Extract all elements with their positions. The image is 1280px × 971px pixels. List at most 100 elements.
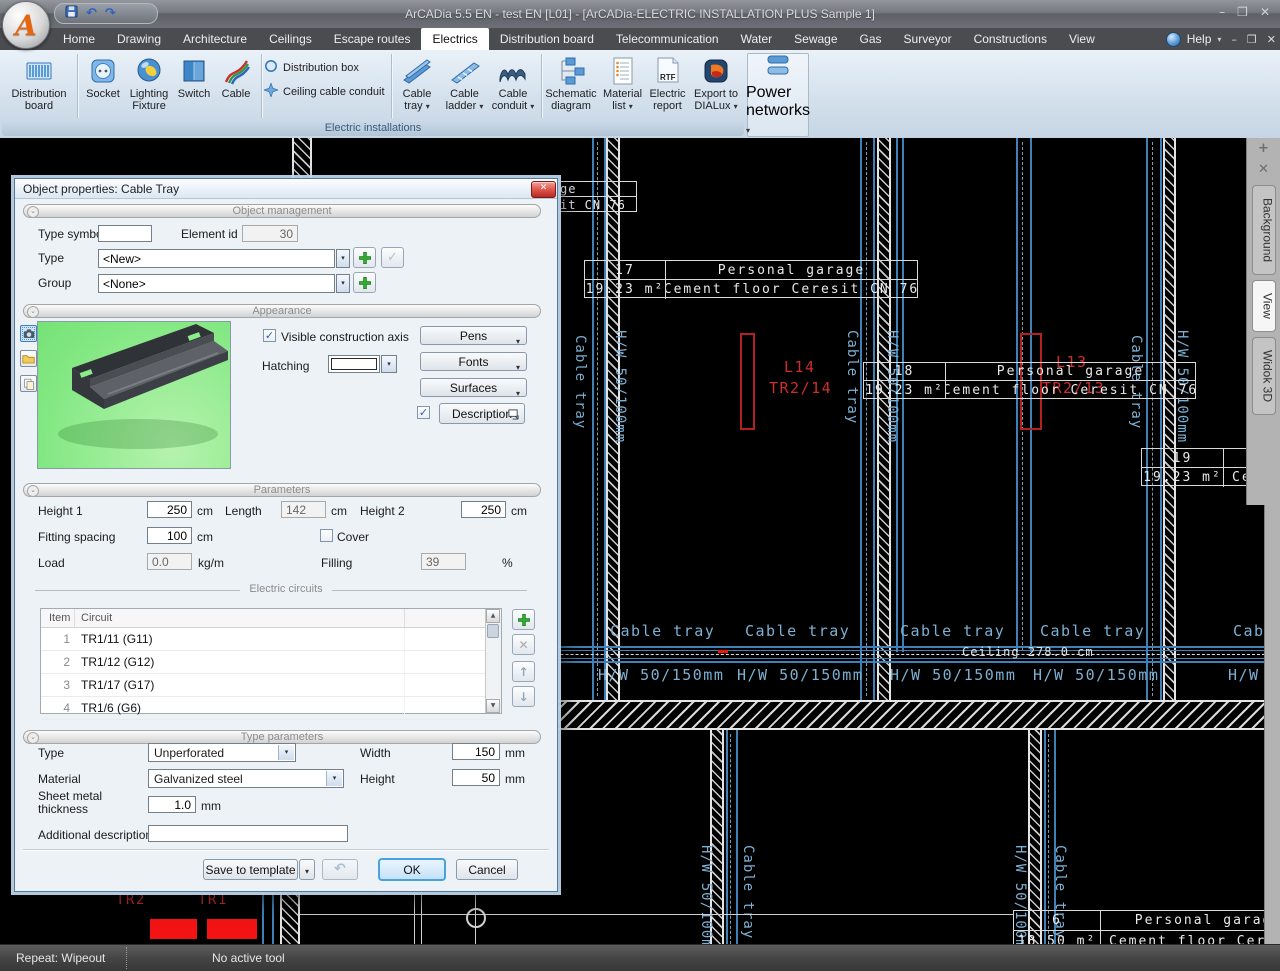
circuit-add-button[interactable] [512,609,535,630]
export-dialux-button[interactable]: Export to DIALux ▾ [690,53,742,119]
tab-water[interactable]: Water [730,28,784,50]
collapse-chevron-icon[interactable]: ⌄ [27,206,39,218]
schematic-diagram-button[interactable]: Schematic diagram [544,53,598,119]
preview-camera-button[interactable] [20,325,37,342]
tab-constructions[interactable]: Constructions [963,28,1058,50]
circuits-scrollbar[interactable]: ▲ ▼ [485,609,501,713]
tab-telecommunication[interactable]: Telecommunication [605,28,730,50]
sheet-thickness-input[interactable] [148,796,196,813]
help-globe-icon[interactable] [1166,32,1181,47]
circuit-row[interactable]: 4TR1/6 (G6) [41,697,501,720]
power-networks-button[interactable]: Power networks ▾ [747,53,809,137]
tab-architecture[interactable]: Architecture [172,28,258,50]
group-add-button[interactable] [353,272,376,293]
tab-escape-routes[interactable]: Escape routes [323,28,422,50]
tab-view[interactable]: View [1058,28,1106,50]
cover-checkbox[interactable]: ✓ [320,529,333,542]
status-repeat[interactable]: Repeat: Wipeout [16,951,105,965]
column-header-item[interactable]: Item [41,609,75,627]
electric-report-button[interactable]: RTF Electric report [646,53,689,119]
circuit-row[interactable]: 2TR1/12 (G12) [41,651,501,674]
section-type-parameters[interactable]: ⌄ Type parameters [23,730,541,744]
socket-button[interactable]: Socket [80,53,126,119]
collapse-chevron-icon[interactable]: ⌄ [27,732,39,744]
pin-icon[interactable]: + [1247,138,1280,159]
save-to-template-dropdown[interactable]: ▾ [299,859,315,880]
circuit-move-up-button[interactable]: ↑ [512,661,535,682]
tab-ceilings[interactable]: Ceilings [258,28,323,50]
distribution-box-button[interactable]: Distribution box [264,58,394,79]
circuits-table[interactable]: Item Circuit 1TR1/11 (G11)2TR1/12 (G12)3… [40,608,502,714]
circuit-delete-button[interactable]: ✕ [512,634,535,655]
save-icon[interactable] [65,5,78,23]
scroll-up-icon[interactable]: ▲ [486,609,500,623]
hatching-swatch[interactable] [328,355,380,373]
preview-copy-button[interactable] [20,375,37,392]
cancel-button[interactable]: Cancel [456,859,518,880]
circuit-row[interactable]: 3TR1/17 (G17) [41,674,501,697]
minimize-icon[interactable]: – [1219,5,1225,19]
panel-tab-background[interactable]: Background [1252,185,1276,275]
fitting-spacing-input[interactable] [147,527,192,544]
section-parameters[interactable]: ⌄ Parameters [23,483,541,497]
preview-folder-button[interactable] [20,350,37,367]
section-appearance[interactable]: ⌄ Appearance [23,304,541,318]
tray-type-select[interactable]: Unperforated▾ [148,743,296,762]
fonts-button[interactable]: Fonts▾ [420,352,527,371]
tab-home[interactable]: Home [52,28,106,50]
material-list-button[interactable]: Material list ▾ [600,53,645,119]
tray-height-input[interactable] [452,769,500,786]
scroll-down-icon[interactable]: ▼ [486,699,500,713]
height1-input[interactable] [147,501,192,518]
section-object-management[interactable]: ⌄ Object management [23,204,541,218]
visible-construction-axis-checkbox[interactable]: ✓ [263,329,276,342]
type-accept-button[interactable]: ✓ [381,247,404,268]
tab-electrics[interactable]: Electrics [421,28,488,50]
type-dropdown-button[interactable]: ▾ [336,249,350,268]
group-dropdown-button[interactable]: ▾ [336,274,350,293]
save-to-template-button[interactable]: Save to template [203,859,298,880]
dialog-title[interactable]: Object properties: Cable Tray [15,179,557,199]
arcadia-logo-icon[interactable]: A [2,1,50,49]
mdi-minimize-icon[interactable]: – [1231,33,1237,46]
additional-description-input[interactable] [148,825,348,842]
cable-tray-button[interactable]: Cable tray ▾ [394,53,440,119]
undo-icon[interactable]: ↶ [86,4,97,24]
scrollbar-thumb[interactable] [487,624,499,638]
type-add-button[interactable] [353,247,376,268]
tab-drawing[interactable]: Drawing [106,28,172,50]
hatching-dropdown-button[interactable]: ▾ [381,355,397,373]
dialog-close-button[interactable]: ✕ [531,181,556,198]
circuit-row[interactable]: 1TR1/11 (G11) [41,628,501,651]
circuit-move-down-button[interactable]: ↓ [512,686,535,707]
distribution-board-button[interactable]: Distribution board [6,53,72,119]
tab-surveyor[interactable]: Surveyor [893,28,963,50]
cable-ladder-button[interactable]: Cable ladder ▾ [441,53,488,119]
help-label[interactable]: Help [1187,32,1212,46]
collapse-chevron-icon[interactable]: ⌄ [27,485,39,497]
object-3d-preview[interactable] [37,321,231,469]
help-dropdown-icon[interactable]: ▾ [1217,35,1221,44]
group-input[interactable] [98,274,335,293]
panel-close-icon[interactable]: ✕ [1247,159,1280,180]
cable-button[interactable]: Cable [214,53,258,119]
material-select[interactable]: Galvanized steel▾ [148,769,344,788]
surfaces-button[interactable]: Surfaces▾ [420,378,527,397]
height2-input[interactable] [461,501,506,518]
panel-tab-widok-3d[interactable]: Widok 3D [1252,337,1276,415]
tab-sewage[interactable]: Sewage [783,28,848,50]
collapse-chevron-icon[interactable]: ⌄ [27,306,39,318]
restore-icon[interactable]: ❒ [1237,5,1248,19]
panel-tab-view[interactable]: View [1252,280,1276,332]
width-input[interactable] [452,743,500,760]
mdi-close-icon[interactable]: ✕ [1267,33,1276,46]
switch-button[interactable]: Switch [174,53,214,119]
close-icon[interactable]: ✕ [1260,5,1270,19]
tab-gas[interactable]: Gas [849,28,893,50]
ok-button[interactable]: OK [378,858,446,881]
pens-button[interactable]: Pens▾ [420,326,527,345]
description-button[interactable]: Description [439,403,525,424]
type-symbol-input[interactable] [98,225,152,242]
lighting-fixture-button[interactable]: Lighting Fixture [126,53,172,119]
cable-conduit-button[interactable]: Cable conduit ▾ [489,53,537,119]
